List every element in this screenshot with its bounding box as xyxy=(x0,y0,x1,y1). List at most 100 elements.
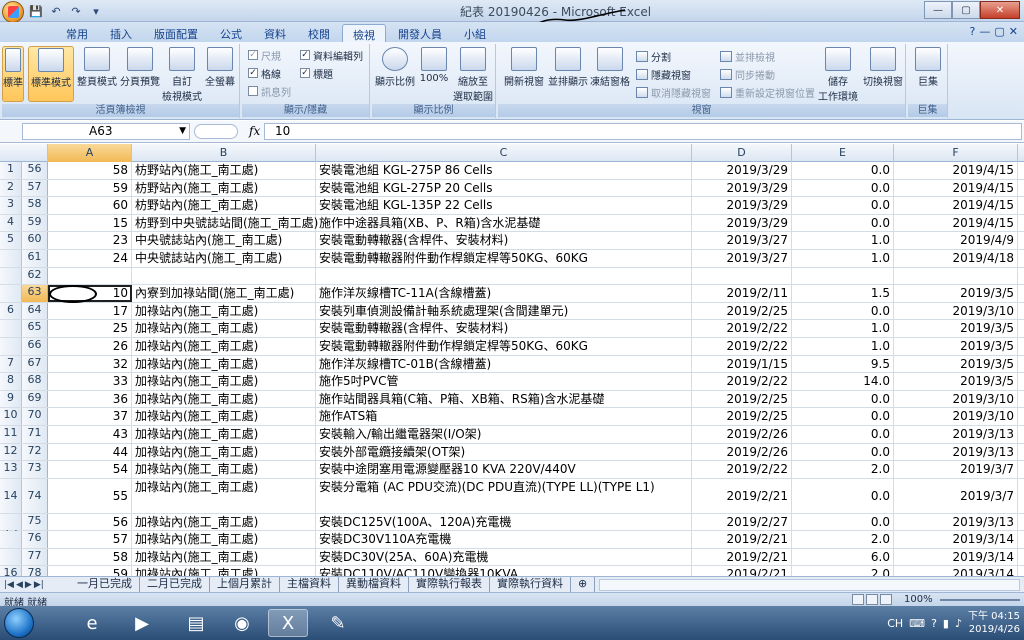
cell-a[interactable]: 59 xyxy=(48,179,132,197)
zoom-level[interactable]: 100% xyxy=(904,594,933,605)
cell-f[interactable] xyxy=(894,267,1018,285)
row-header[interactable]: 70 xyxy=(22,408,48,425)
insert-function-icon[interactable]: fx xyxy=(249,124,260,138)
cell-c[interactable]: 安裝電池組 KGL-275P 20 Cells xyxy=(316,179,692,197)
arrange-all-button[interactable]: 並排顯示 xyxy=(548,46,588,102)
unhide-window-button[interactable]: 取消隱藏視窗 xyxy=(636,84,711,100)
cell-f[interactable]: 2019/3/7 xyxy=(894,461,1018,478)
gridlines-checkbox[interactable]: ✓ 格線 xyxy=(248,65,281,81)
cell-f[interactable]: 2019/3/10 xyxy=(894,302,1018,320)
freeze-panes-button[interactable]: 凍結窗格 xyxy=(590,46,630,102)
cell-c[interactable]: 施作ATS箱 xyxy=(316,408,692,425)
chrome-icon[interactable]: ◉ xyxy=(222,609,262,637)
cell-f[interactable]: 2019/3/5 xyxy=(894,285,1018,302)
cell-b[interactable]: 加祿站內(施工_南工處) xyxy=(132,320,316,337)
row-header[interactable]: 71 xyxy=(22,425,48,443)
cell-a[interactable]: 33 xyxy=(48,373,132,390)
zoom-to-selection-button[interactable]: 縮放至 選取範圍 xyxy=(452,46,494,103)
doc-minimize-button[interactable]: — xyxy=(979,25,990,38)
cell-d[interactable]: 2019/3/29 xyxy=(692,197,792,214)
cell-e[interactable]: 2.0 xyxy=(792,566,894,576)
cell-e[interactable]: 0.0 xyxy=(792,197,894,214)
cell-e[interactable]: 0.0 xyxy=(792,408,894,425)
explorer-folder-icon[interactable]: ▤ xyxy=(176,609,216,637)
row-header[interactable]: 66 xyxy=(22,337,48,355)
save-workspace-button[interactable]: 儲存 工作環境 xyxy=(816,46,860,103)
cell-b[interactable]: 加祿站內(施工_南工處) xyxy=(132,461,316,478)
cell-e[interactable]: 0.0 xyxy=(792,162,894,179)
cell-c[interactable]: 安裝DC125V(100A、120A)充電機 xyxy=(316,513,692,531)
cell-d[interactable]: 2019/2/25 xyxy=(692,408,792,425)
cell-a[interactable]: 23 xyxy=(48,232,132,249)
tab-team[interactable]: 小組 xyxy=(454,24,496,42)
cell-c[interactable]: 施作洋灰線槽TC-01B(含線槽蓋) xyxy=(316,355,692,373)
cell-b[interactable]: 加祿站內(施工_南工處) xyxy=(132,478,316,513)
cell-b[interactable]: 加祿站內(施工_南工處) xyxy=(132,390,316,408)
message-bar-checkbox[interactable]: 訊息列 xyxy=(248,83,291,99)
cell-c[interactable]: 安裝外部電纜接續架(OT架) xyxy=(316,443,692,461)
cell-d[interactable]: 2019/2/22 xyxy=(692,337,792,355)
chevron-down-icon[interactable]: ▼ xyxy=(179,124,186,139)
reset-window-position-button[interactable]: 重新設定視窗位置 xyxy=(720,84,815,100)
cell-a[interactable]: 55 xyxy=(48,478,132,513)
cell-d[interactable]: 2019/2/22 xyxy=(692,320,792,337)
new-window-button[interactable]: 開新視窗 xyxy=(504,46,544,102)
restore-button[interactable]: ▢ xyxy=(952,1,980,19)
column-header-a[interactable]: A xyxy=(48,144,132,162)
page-break-shortcut[interactable] xyxy=(880,594,892,605)
row-header[interactable]: 78 xyxy=(22,566,48,576)
cell-c[interactable]: 安裝電池組 KGL-275P 86 Cells xyxy=(316,162,692,179)
cell-a[interactable] xyxy=(48,267,132,285)
cell-a[interactable]: 17 xyxy=(48,302,132,320)
row-header[interactable]: 61 xyxy=(22,249,48,267)
select-all-corner[interactable] xyxy=(0,144,48,162)
cell-e[interactable]: 1.5 xyxy=(792,285,894,302)
cell-f[interactable]: 2019/4/15 xyxy=(894,197,1018,214)
cell-f[interactable]: 2019/3/10 xyxy=(894,408,1018,425)
tab-view[interactable]: 檢視 xyxy=(342,24,386,42)
media-player-icon[interactable]: ▶ xyxy=(122,609,162,637)
cell-b[interactable]: 加祿站內(施工_南工處) xyxy=(132,548,316,566)
tab-data[interactable]: 資料 xyxy=(254,24,296,42)
cell-b[interactable]: 枋野站內(施工_南工處) xyxy=(132,162,316,179)
cell-e[interactable]: 0.0 xyxy=(792,390,894,408)
cell-e[interactable]: 1.0 xyxy=(792,337,894,355)
sheet-tab[interactable]: 上個月累計 xyxy=(210,577,280,592)
cell-b[interactable]: 加祿站內(施工_南工處) xyxy=(132,302,316,320)
row-header[interactable]: 62 xyxy=(22,267,48,285)
cell-e[interactable]: 2.0 xyxy=(792,461,894,478)
cell-e[interactable]: 1.0 xyxy=(792,320,894,337)
split-button[interactable]: 分割 xyxy=(636,48,671,64)
cell-b[interactable]: 加祿站內(施工_南工處) xyxy=(132,425,316,443)
cell-e[interactable]: 1.0 xyxy=(792,232,894,249)
cell-f[interactable]: 2019/3/5 xyxy=(894,373,1018,390)
sheet-tab[interactable]: 二月已完成 xyxy=(140,577,210,592)
cell-a[interactable]: 36 xyxy=(48,390,132,408)
horizontal-scrollbar[interactable] xyxy=(599,579,1020,591)
cell-d[interactable]: 2019/3/29 xyxy=(692,162,792,179)
cell-c[interactable]: 安裝電動轉轍器附件動作桿鎖定桿等50KG、60KG xyxy=(316,249,692,267)
clock[interactable]: 下午 04:15 2019/4/26 xyxy=(968,610,1020,636)
first-sheet-icon[interactable]: |◀ xyxy=(4,580,14,590)
tab-page-layout[interactable]: 版面配置 xyxy=(144,24,208,42)
cell-d[interactable] xyxy=(692,267,792,285)
row-header[interactable]: 75 xyxy=(22,513,48,531)
cell-b[interactable]: 中央號誌站內(施工_南工處) xyxy=(132,249,316,267)
normal-view-button-left[interactable]: 標準 xyxy=(2,46,24,102)
tab-developer[interactable]: 開發人員 xyxy=(388,24,452,42)
column-header-b[interactable]: B xyxy=(132,144,316,162)
cell-b[interactable]: 加祿站內(施工_南工處) xyxy=(132,373,316,390)
redo-icon[interactable]: ↷ xyxy=(68,3,84,19)
formula-input[interactable]: 10 xyxy=(264,123,1022,140)
cell-d[interactable]: 2019/3/27 xyxy=(692,249,792,267)
cell-f[interactable]: 2019/4/15 xyxy=(894,162,1018,179)
network-icon[interactable]: ▮ xyxy=(943,617,949,630)
tab-formulas[interactable]: 公式 xyxy=(210,24,252,42)
cell-d[interactable]: 2019/2/11 xyxy=(692,285,792,302)
cell-e[interactable]: 14.0 xyxy=(792,373,894,390)
cell-d[interactable]: 2019/2/21 xyxy=(692,548,792,566)
cell-f[interactable]: 2019/4/9 xyxy=(894,232,1018,249)
save-icon[interactable]: 💾 xyxy=(28,3,44,19)
cell-d[interactable]: 2019/2/25 xyxy=(692,302,792,320)
cell-d[interactable]: 2019/2/27 xyxy=(692,513,792,531)
